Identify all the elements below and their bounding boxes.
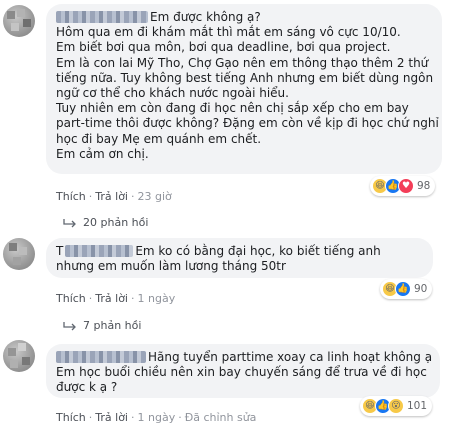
reply-arrow-icon [63,321,76,330]
avatar[interactable] [3,238,35,270]
like-link[interactable]: Thích [56,411,86,424]
comment-actions: Thích · Trả lời · 23 giờ [56,190,172,203]
comment-actions: Thích · Trả lời · 1 ngày · Đã chỉnh sửa [56,411,257,424]
like-link[interactable]: Thích [56,292,86,305]
reply-link[interactable]: Trả lời [95,292,128,305]
commenter-name[interactable] [65,245,134,257]
comment-line: Tuy nhiên em còn đang đi học nên chị sắp… [56,101,409,116]
comment-text-first: Em ko có bằng đại học, ko biết tiếng anh [135,244,381,258]
reply-link[interactable]: Trả lời [95,190,128,203]
comment-2: T Em ko có bằng đại học, ko biết tiếng an… [0,232,454,337]
commenter-name-initial[interactable]: T [56,244,63,258]
comment-line: được k ạ ? [56,380,118,395]
like-reaction-icon: 👍 [395,281,411,297]
comment-1: Em được không ạ? Hôm qua em đi khám mắt … [0,0,454,230]
love-reaction-icon: ♥ [398,178,414,194]
comment-time[interactable]: 1 ngày [138,411,176,424]
comment-3: Hãng tuyển parttime xoay ca linh hoạt kh… [0,340,454,430]
wow-reaction-icon: 😮 [388,398,404,414]
comment-line: Em biết bơi qua môn, bơi qua deadline, b… [56,40,391,55]
comment-line: nhưng em muốn làm lương tháng 50tr [56,259,286,274]
comment-line: Em là con lai Mỹ Tho, Chợ Gạo nên em thô… [56,55,429,70]
avatar[interactable] [3,5,35,37]
view-replies-link[interactable]: 7 phản hồi [63,319,141,332]
view-replies-link[interactable]: 20 phản hồi [63,216,148,229]
edited-label[interactable]: Đã chỉnh sửa [185,411,257,424]
comment-bubble: Em được không ạ? Hôm qua em đi khám mắt … [46,4,442,174]
reaction-count: 98 [417,180,431,192]
comment-text-first: Em được không ạ? [150,10,261,24]
comment-text-first: Hãng tuyển parttime xoay ca linh hoạt kh… [148,350,433,364]
comment-line: tiếng nữa. Tuy không best tiếng Anh nhưn… [56,70,434,85]
comment-line: Hôm qua em đi khám mắt thì mắt em sáng v… [56,25,401,40]
reaction-summary[interactable]: 😆 👍 90 [380,279,433,299]
comment-time[interactable]: 23 giờ [138,190,172,203]
comment-line: Em cảm ơn chị. [56,146,149,161]
comment-line: Em học buổi chiều nên xin bay chuyến sán… [56,365,427,380]
reply-arrow-icon [63,218,76,227]
comment-bubble: T Em ko có bằng đại học, ko biết tiếng an… [46,238,433,278]
reaction-summary[interactable]: 😆 👍 ♥ 98 [370,176,436,196]
replies-count: 7 phản hồi [83,319,142,332]
comment-line: part-time thôi được không? Đặng em còn v… [56,116,439,131]
reaction-count: 101 [407,400,428,412]
avatar[interactable] [3,340,35,372]
comment-bubble: Hãng tuyển parttime xoay ca linh hoạt kh… [46,344,440,398]
reaction-count: 90 [414,283,428,295]
like-link[interactable]: Thích [56,190,86,203]
comment-line: ngữ cơ thể cho khách nước ngoài hiểu. [56,86,289,101]
reply-link[interactable]: Trả lời [95,411,128,424]
comment-actions: Thích · Trả lời · 1 ngày [56,292,176,305]
commenter-name[interactable] [56,351,146,363]
comment-time[interactable]: 1 ngày [138,292,176,305]
comment-line: học đi bay Mẹ em quánh em chết. [56,131,262,146]
replies-count: 20 phản hồi [83,216,149,229]
commenter-name[interactable] [56,11,148,23]
reaction-summary[interactable]: 😆 👍 😮 101 [360,396,433,416]
